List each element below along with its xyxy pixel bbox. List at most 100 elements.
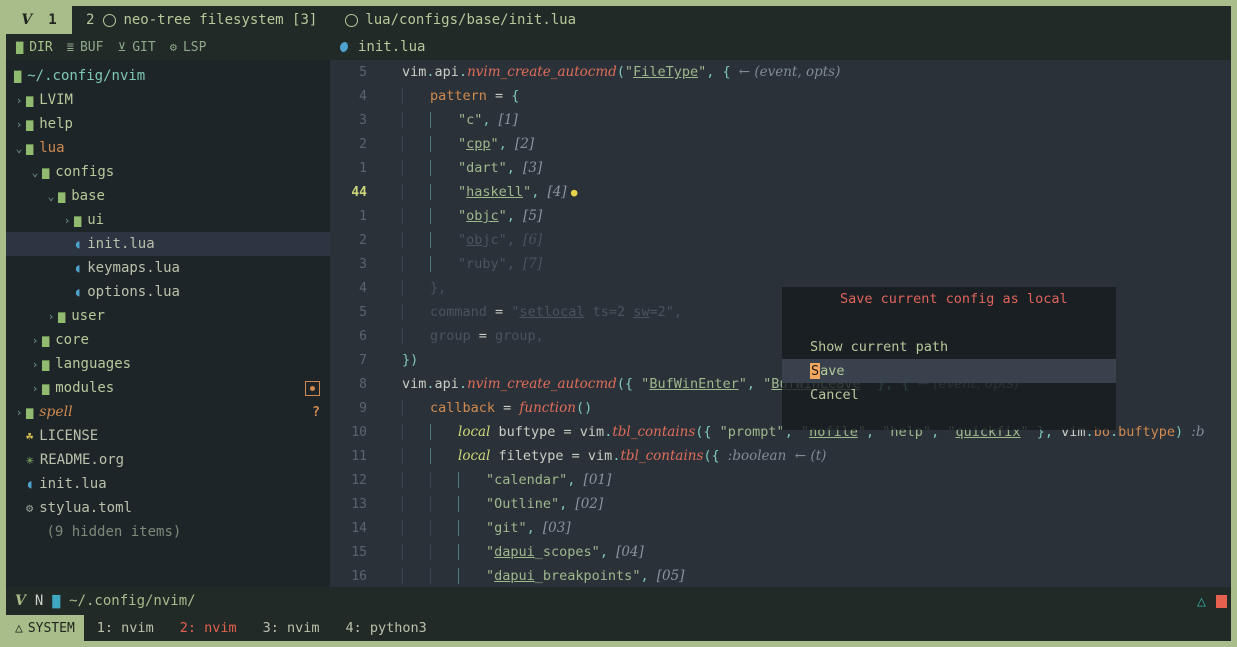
winbar: ▇ DIR ≣ BUF ⊻ GIT ⚙ LSP init.lua — [6, 34, 1231, 60]
code-token: [05] — [656, 568, 685, 584]
code-tokens: "Outline", [02] — [402, 496, 603, 512]
tree-item-ui[interactable]: › ▆ ui — [6, 208, 330, 232]
tree-item--9-hidden-items-[interactable]: (9 hidden items) — [6, 520, 330, 544]
tree-item-lua[interactable]: ⌄ ▆ lua — [6, 136, 330, 160]
code-token: "Outline" — [486, 496, 560, 512]
tree-item-license[interactable]: ☘ LICENSE — [6, 424, 330, 448]
dialog-spacer — [782, 311, 1116, 335]
indent-guide — [430, 448, 431, 464]
code-token: =2" — [649, 304, 674, 320]
code-token: vim — [587, 448, 613, 464]
winbar-tab-lsp[interactable]: ⚙ LSP — [168, 40, 219, 55]
indent-guide — [402, 472, 403, 488]
lua-icon: ◖ — [74, 261, 82, 275]
code-tokens: "c", [1] — [402, 112, 518, 128]
dialog-option-show-path[interactable]: Show current path — [782, 335, 1116, 359]
line-number: 3 — [359, 256, 367, 272]
tree-item-user[interactable]: › ▆ user — [6, 304, 330, 328]
git-branch-icon: ⊻ — [117, 40, 127, 54]
code-editor[interactable]: 5 vim.api.nvim_create_autocmd("FileType",… — [330, 60, 1231, 587]
line-number: 2 — [359, 136, 367, 152]
winbar-tab-git[interactable]: ⊻ GIT — [115, 40, 167, 55]
code-token: nvim_create_autocmd — [467, 64, 617, 80]
code-line: 4 pattern = { — [330, 84, 1231, 108]
tmux-window-2[interactable]: 2: nvim — [167, 620, 250, 636]
line-number: 5 — [359, 64, 367, 80]
code-token: setlocal — [519, 304, 585, 320]
tree-item-readme-org[interactable]: ✳ README.org — [6, 448, 330, 472]
tmux-windows: 1: nvim 2: nvim 3: nvim 4: python3 — [84, 620, 440, 636]
tree-item-spell[interactable]: › ▆ spell? — [6, 400, 330, 424]
tree-item-configs[interactable]: ⌄ ▆ configs — [6, 160, 330, 184]
tree-item-languages[interactable]: › ▆ languages — [6, 352, 330, 376]
line-number: 4 — [359, 88, 367, 104]
tab-init-lua[interactable]: lua/configs/base/init.lua — [331, 6, 590, 34]
code-tokens: pattern = { — [402, 88, 519, 104]
tree-root[interactable]: ▇ ~/.config/nvim — [6, 64, 330, 88]
statusline-mode: N — [34, 593, 44, 609]
vim-logo-icon: V — [21, 12, 33, 28]
tmux-window-1[interactable]: 1: nvim — [84, 620, 167, 636]
tree-item-core[interactable]: › ▆ core — [6, 328, 330, 352]
dialog-bottom-pad — [782, 407, 1116, 431]
tree-item-label: init.lua — [87, 236, 155, 252]
code-tokens: "objc", [5] — [402, 208, 542, 224]
code-token: ob — [466, 232, 483, 248]
code-token: filetype — [490, 448, 572, 464]
indent-guide — [402, 184, 403, 200]
code-token: _scopes" — [534, 544, 600, 560]
tree-item-base[interactable]: ⌄ ▆ base — [6, 184, 330, 208]
dialog-option-label: Cancel — [810, 387, 859, 403]
tree-item-modules[interactable]: › ▆ modules — [6, 376, 330, 400]
chevron-right-icon: › — [31, 333, 39, 347]
square-dot-badge — [305, 380, 320, 396]
tree-item-options-lua[interactable]: ◖ options.lua — [6, 280, 330, 304]
tree-item-label: (9 hidden items) — [46, 524, 182, 540]
code-tokens: "objc", [6] — [402, 232, 542, 248]
chevron-right-icon — [12, 454, 26, 467]
tmux-window-4[interactable]: 4: python3 — [333, 620, 440, 636]
tab-neo-tree[interactable]: 2 neo-tree filesystem [3] — [72, 6, 331, 34]
winbar-tab-buf[interactable]: ≣ BUF — [65, 40, 116, 55]
code-token: [1] — [498, 112, 518, 128]
code-token: " — [498, 208, 507, 224]
code-tokens: command = "setlocal ts=2 sw=2", — [402, 304, 682, 320]
code-line: 16 "dapui_breakpoints", [05] — [330, 564, 1231, 587]
tmux-session[interactable]: △ SYSTEM — [6, 615, 84, 641]
dialog-option-save[interactable]: Save — [782, 359, 1116, 383]
dialog-option-cancel[interactable]: Cancel — [782, 383, 1116, 407]
confirm-dialog[interactable]: Save current config as local Show curren… — [782, 287, 1116, 430]
winbar-tab-label: BUF — [79, 39, 104, 55]
code-token: = — [563, 424, 580, 440]
indent-guide — [402, 544, 403, 560]
indent-guide — [430, 256, 431, 272]
code-text: "Outline", [02] — [376, 496, 1231, 512]
indent-guide — [430, 472, 431, 488]
winbar-tab-dir[interactable]: ▇ DIR — [14, 40, 65, 55]
code-token: , — [640, 568, 657, 584]
chevron-right-icon — [60, 262, 74, 275]
code-token: . — [426, 64, 435, 80]
statusline: V N ▇ ~/.config/nvim/ △ — [6, 587, 1231, 615]
code-token: _breakpoints" — [534, 568, 641, 584]
indent-guide — [458, 568, 459, 584]
tree-item-label: help — [39, 116, 73, 132]
circle-icon — [345, 13, 359, 27]
tree-item-init-lua[interactable]: ◖ init.lua — [6, 232, 330, 256]
tree-item-keymaps-lua[interactable]: ◖ keymaps.lua — [6, 256, 330, 280]
code-tokens: }, — [402, 280, 446, 296]
lua-icon — [340, 41, 351, 53]
indent-guide — [430, 232, 431, 248]
code-line: 5 vim.api.nvim_create_autocmd("FileType",… — [330, 60, 1231, 84]
file-tree-sidebar[interactable]: ▇ ~/.config/nvim › ▆ LVIM › ▆ help ⌄ ▆ lua ⌄ ▆ conf… — [6, 60, 330, 587]
tree-item-init-lua[interactable]: ◖ init.lua — [6, 472, 330, 496]
tmux-window-3[interactable]: 3: nvim — [250, 620, 333, 636]
code-token: { — [511, 88, 520, 104]
tree-item-stylua-toml[interactable]: ⚙ stylua.toml — [6, 496, 330, 520]
tree-item-lvim[interactable]: › ▆ LVIM — [6, 88, 330, 112]
code-token: dapui — [494, 568, 535, 584]
line-number: 9 — [359, 400, 367, 416]
code-token: = — [486, 88, 512, 104]
tree-item-help[interactable]: › ▆ help — [6, 112, 330, 136]
tree-item-label: keymaps.lua — [87, 260, 180, 276]
